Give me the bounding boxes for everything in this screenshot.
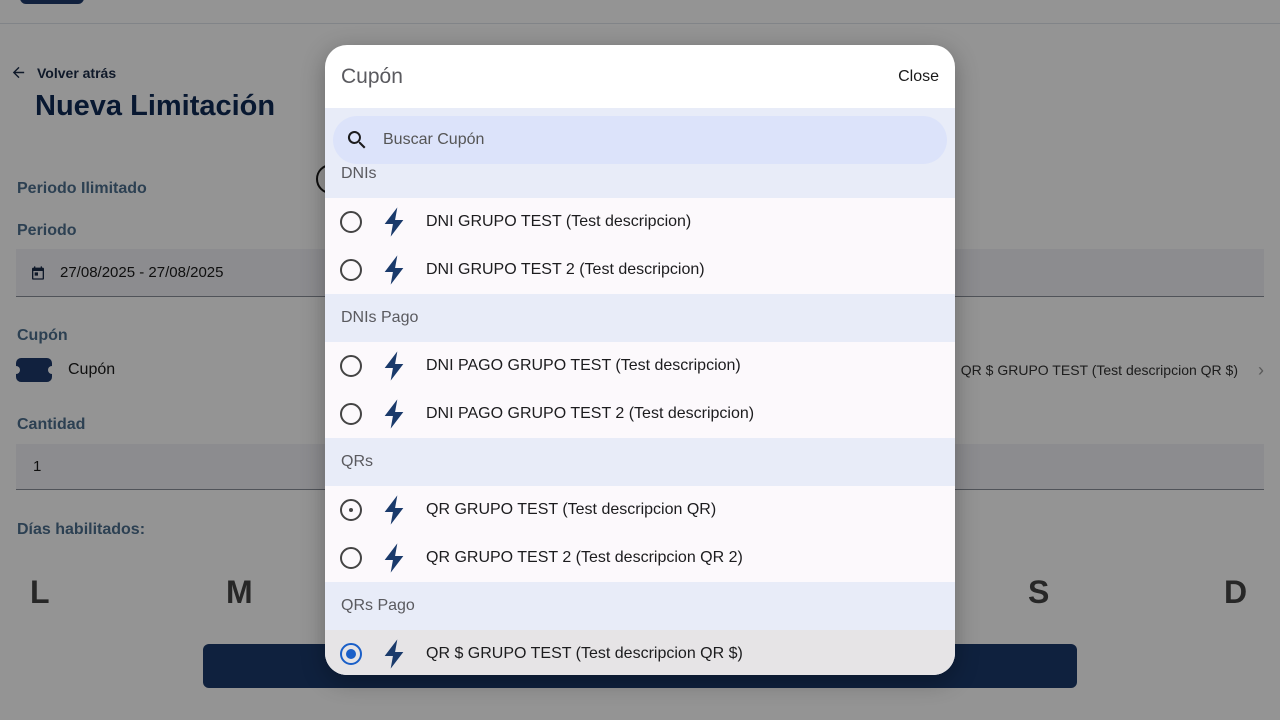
bolt-icon <box>384 351 404 381</box>
list-item[interactable]: DNI PAGO GRUPO TEST (Test descripcion) <box>325 342 955 390</box>
radio-button[interactable] <box>340 355 362 377</box>
list-item-label: QR GRUPO TEST 2 (Test descripcion QR 2) <box>426 549 743 566</box>
modal-header: Cupón Close <box>325 45 955 108</box>
group-header-dnis-pago: DNIs Pago <box>325 294 955 342</box>
list-item-label: DNI GRUPO TEST 2 (Test descripcion) <box>426 261 705 278</box>
list-item-selected[interactable]: QR $ GRUPO TEST (Test descripcion QR $) <box>325 630 955 675</box>
close-button[interactable]: Close <box>898 68 939 86</box>
radio-button-checked[interactable] <box>340 643 362 665</box>
bolt-icon <box>384 207 404 237</box>
bolt-icon <box>384 543 404 573</box>
radio-button[interactable] <box>340 259 362 281</box>
search-bar[interactable] <box>333 116 947 164</box>
search-icon <box>347 131 366 149</box>
list-item[interactable]: DNI GRUPO TEST (Test descripcion) <box>325 198 955 246</box>
radio-button[interactable] <box>340 403 362 425</box>
bolt-icon <box>384 639 404 669</box>
radio-button[interactable] <box>340 211 362 233</box>
list-item-label: DNI PAGO GRUPO TEST 2 (Test descripcion) <box>426 405 755 422</box>
list-item-label: QR $ GRUPO TEST (Test descripcion QR $) <box>426 645 743 662</box>
radio-button[interactable] <box>340 499 362 521</box>
cupon-list: DNIs DNI GRUPO TEST (Test descripcion) D… <box>325 150 955 675</box>
list-item-label: QR GRUPO TEST (Test descripcion QR) <box>426 501 717 518</box>
bolt-icon <box>384 495 404 525</box>
list-item-label: DNI PAGO GRUPO TEST (Test descripcion) <box>426 357 741 374</box>
modal-title: Cupón <box>341 64 403 88</box>
list-item[interactable]: DNI GRUPO TEST 2 (Test descripcion) <box>325 246 955 294</box>
radio-button[interactable] <box>340 547 362 569</box>
list-item-label: DNI GRUPO TEST (Test descripcion) <box>426 213 692 230</box>
bolt-icon <box>384 255 404 285</box>
list-item[interactable]: QR GRUPO TEST 2 (Test descripcion QR 2) <box>325 534 955 582</box>
search-input[interactable] <box>383 131 923 149</box>
list-item[interactable]: DNI PAGO GRUPO TEST 2 (Test descripcion) <box>325 390 955 438</box>
modal-body: DNIs DNI GRUPO TEST (Test descripcion) D… <box>325 108 955 675</box>
list-item[interactable]: QR GRUPO TEST (Test descripcion QR) <box>325 486 955 534</box>
cupon-picker-modal: Cupón Close DNIs DNI GRUPO TEST (Test de… <box>325 45 955 675</box>
bolt-icon <box>384 399 404 429</box>
group-header-qrs: QRs <box>325 438 955 486</box>
group-header-qrs-pago: QRs Pago <box>325 582 955 630</box>
